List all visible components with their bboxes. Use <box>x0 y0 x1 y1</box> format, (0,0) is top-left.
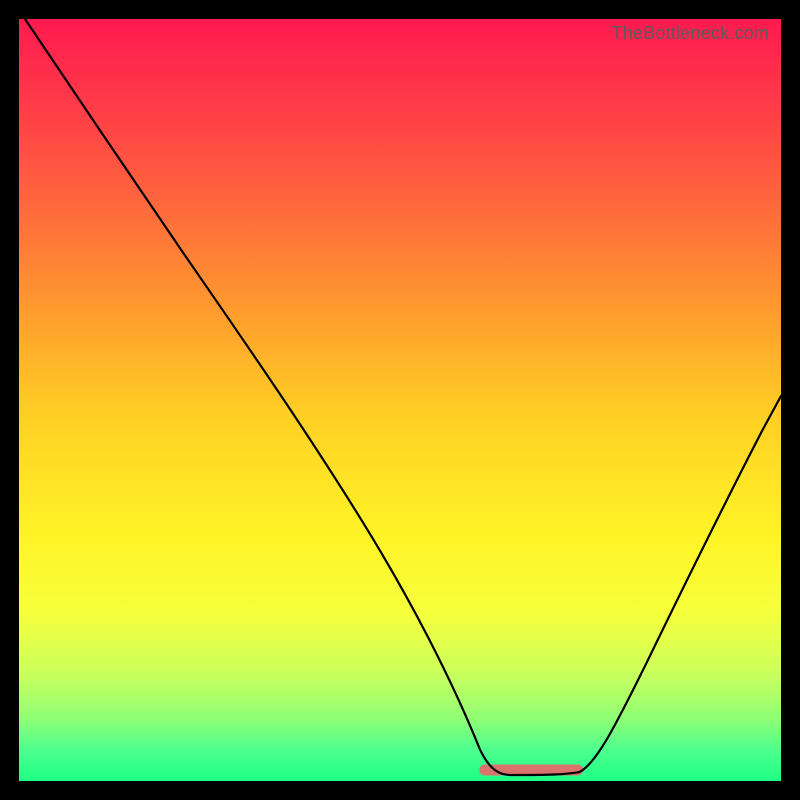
chart-svg <box>19 19 781 781</box>
chart-frame: TheBottleneck.com <box>0 0 800 800</box>
bottleneck-curve <box>25 19 781 775</box>
plot-area: TheBottleneck.com <box>18 18 782 782</box>
